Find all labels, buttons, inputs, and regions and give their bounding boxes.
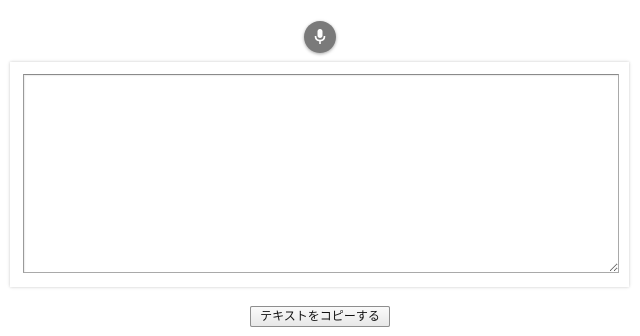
transcript-textarea[interactable] [23, 74, 619, 273]
transcript-area-wrapper [23, 74, 619, 273]
copy-text-button[interactable]: テキストをコピーする [250, 306, 390, 327]
microphone-button[interactable] [304, 21, 336, 53]
speech-to-text-page: テキストをコピーする [0, 0, 640, 336]
transcript-card [10, 62, 629, 287]
microphone-icon [314, 29, 326, 44]
